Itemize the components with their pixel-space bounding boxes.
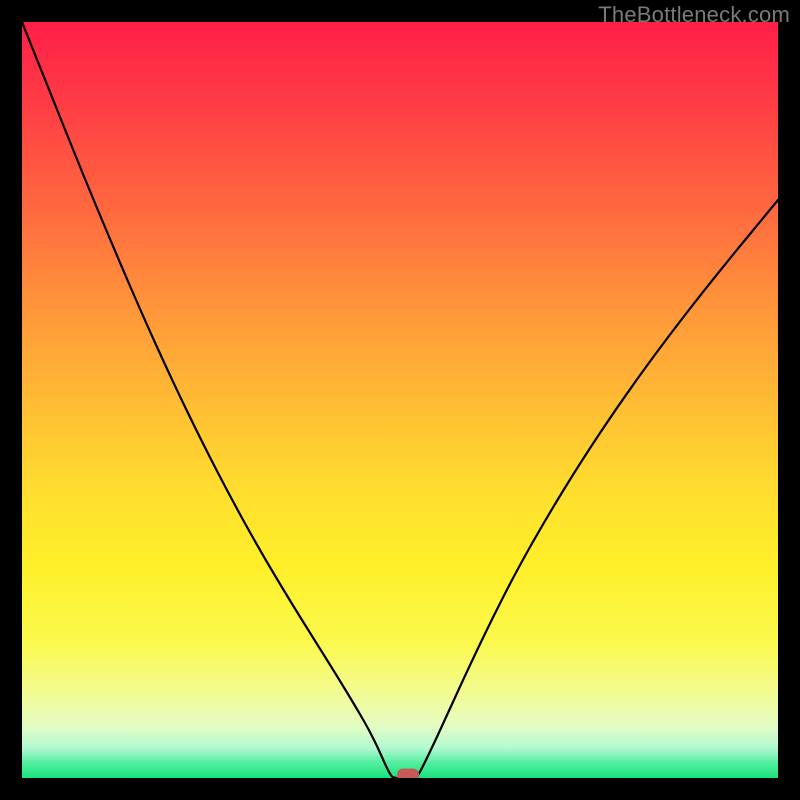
bottleneck-curve <box>22 22 778 778</box>
plot-area <box>22 22 778 778</box>
watermark-text: TheBottleneck.com <box>598 2 790 28</box>
chart-frame: TheBottleneck.com <box>0 0 800 800</box>
minimum-marker <box>397 769 419 779</box>
